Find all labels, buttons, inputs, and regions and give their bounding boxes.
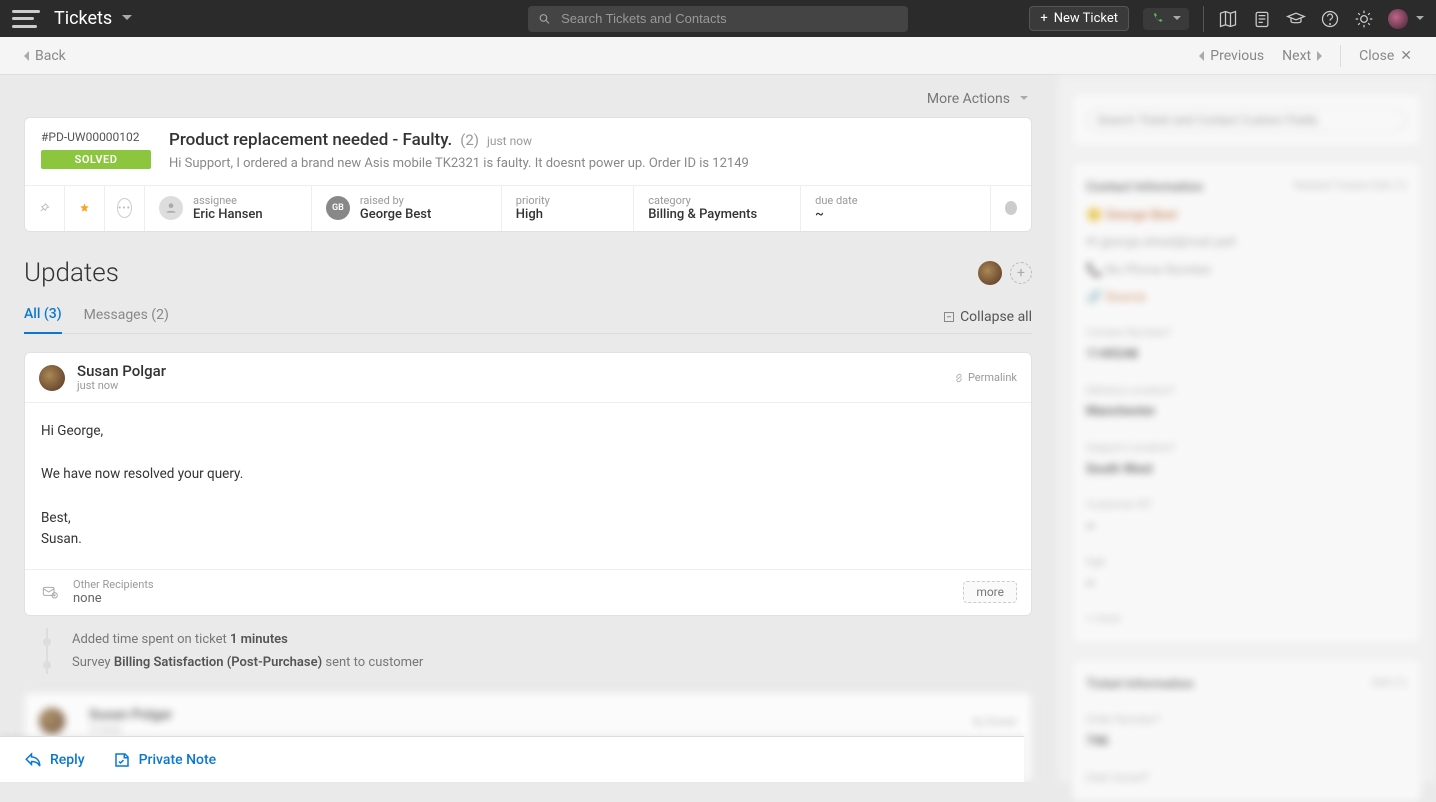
category-cell[interactable]: category Billing & Payments bbox=[634, 186, 801, 231]
new-ticket-button[interactable]: + New Ticket bbox=[1029, 6, 1129, 31]
more-actions-button[interactable]: More Actions bbox=[24, 75, 1032, 117]
duedate-cell[interactable]: due date ~ bbox=[801, 186, 991, 231]
tab-messages[interactable]: Messages (2) bbox=[84, 307, 169, 333]
chevron-right-icon bbox=[1317, 51, 1322, 61]
close-icon: ✕ bbox=[1400, 48, 1412, 64]
pin-button[interactable] bbox=[25, 186, 65, 231]
user-icon bbox=[159, 196, 183, 220]
back-link[interactable]: Back bbox=[24, 48, 66, 64]
map-icon[interactable] bbox=[1218, 9, 1238, 29]
chevron-down-icon[interactable] bbox=[122, 15, 132, 20]
section-title[interactable]: Tickets bbox=[54, 8, 112, 29]
top-header: Tickets + New Ticket bbox=[0, 0, 1436, 37]
divider bbox=[1340, 45, 1341, 67]
menu-icon[interactable] bbox=[12, 10, 40, 28]
ticket-id: #PD-UW00000102 bbox=[41, 130, 151, 144]
star-icon bbox=[79, 200, 90, 216]
ticket-time: just now bbox=[487, 134, 532, 148]
phone-button[interactable] bbox=[1143, 8, 1189, 30]
other-recipients-label: Other Recipients bbox=[73, 578, 154, 591]
more-menu-button[interactable]: ••• bbox=[105, 186, 145, 231]
graduation-icon[interactable] bbox=[1286, 9, 1306, 29]
more-button[interactable]: more bbox=[963, 581, 1017, 603]
tab-all[interactable]: All (3) bbox=[24, 306, 62, 334]
update-body: Hi George, We have now resolved your que… bbox=[25, 403, 1031, 569]
reply-button[interactable]: Reply bbox=[24, 751, 85, 769]
status-dot-icon bbox=[1005, 201, 1017, 215]
avatar-initials: GB bbox=[326, 196, 350, 220]
ticket-card: #PD-UW00000102 SOLVED Product replacemen… bbox=[24, 117, 1032, 232]
update-author: Susan Polgar bbox=[77, 363, 166, 380]
raised-by-cell[interactable]: GB raised by George Best bbox=[312, 186, 502, 231]
sub-header: Back Previous Next Close ✕ bbox=[0, 37, 1436, 75]
avatar-icon bbox=[39, 708, 65, 734]
status-dot-cell[interactable] bbox=[991, 186, 1031, 231]
activity-timeline: Added time spent on ticket 1 minutes Sur… bbox=[46, 628, 1032, 674]
help-icon[interactable] bbox=[1320, 9, 1340, 29]
assignee-cell[interactable]: assignee Eric Hansen bbox=[145, 186, 312, 231]
ticket-description: Hi Support, I ordered a brand new Asis m… bbox=[169, 156, 1015, 171]
divider bbox=[1203, 6, 1204, 32]
search-icon bbox=[538, 12, 551, 26]
chevron-down-icon bbox=[1173, 16, 1181, 20]
update-time: just now bbox=[77, 379, 166, 392]
settings-sun-icon[interactable] bbox=[1354, 9, 1374, 29]
link-icon bbox=[954, 373, 964, 383]
back-label: Back bbox=[35, 48, 66, 64]
collapse-icon bbox=[944, 312, 954, 322]
user-menu[interactable] bbox=[1388, 9, 1424, 29]
chevron-left-icon bbox=[24, 51, 29, 61]
plus-icon: + bbox=[1040, 11, 1047, 26]
priority-cell[interactable]: priority High bbox=[502, 186, 634, 231]
ticket-title: Product replacement needed - Faulty. bbox=[169, 130, 452, 150]
next-link[interactable]: Next bbox=[1282, 48, 1322, 64]
updates-tabs: All (3) Messages (2) Collapse all bbox=[24, 306, 1032, 334]
side-panel: Contact Information Related Tickets Edit… bbox=[1056, 75, 1436, 782]
ticket-count: (2) bbox=[460, 131, 479, 149]
main-column: More Actions #PD-UW00000102 SOLVED Produ… bbox=[0, 75, 1056, 782]
avatar-icon bbox=[1388, 9, 1408, 29]
status-badge: SOLVED bbox=[41, 150, 151, 169]
chevron-down-icon bbox=[1020, 96, 1028, 100]
clipboard-icon[interactable] bbox=[1252, 9, 1272, 29]
avatar-icon bbox=[39, 365, 65, 391]
bottom-action-bar: Reply Private Note bbox=[0, 736, 1024, 782]
search-box[interactable] bbox=[528, 6, 908, 32]
chevron-down-icon bbox=[1416, 16, 1424, 20]
avatar-icon bbox=[978, 261, 1002, 285]
timeline-item: Added time spent on ticket 1 minutes bbox=[72, 628, 1032, 651]
phone-icon bbox=[1151, 12, 1165, 26]
star-button[interactable] bbox=[65, 186, 105, 231]
other-recipients-value: none bbox=[73, 591, 154, 607]
new-ticket-label: New Ticket bbox=[1054, 11, 1118, 26]
note-icon bbox=[113, 751, 131, 769]
previous-link[interactable]: Previous bbox=[1199, 48, 1264, 64]
chevron-left-icon bbox=[1199, 51, 1204, 61]
pin-icon bbox=[39, 200, 50, 216]
updates-title: Updates bbox=[24, 258, 119, 288]
dots-icon: ••• bbox=[117, 198, 132, 218]
permalink-button[interactable]: Permalink bbox=[954, 371, 1017, 384]
timeline-item: Survey Billing Satisfaction (Post-Purcha… bbox=[72, 651, 1032, 674]
close-link[interactable]: Close ✕ bbox=[1359, 48, 1412, 64]
update-card: Susan Polgar just now Permalink Hi Georg… bbox=[24, 352, 1032, 616]
collapse-all-button[interactable]: Collapse all bbox=[944, 309, 1032, 333]
search-input[interactable] bbox=[561, 11, 898, 26]
private-note-button[interactable]: Private Note bbox=[113, 751, 217, 769]
reply-icon bbox=[24, 751, 42, 769]
envelope-check-icon bbox=[39, 584, 61, 600]
add-participant-button[interactable]: + bbox=[1010, 262, 1032, 284]
side-search-input[interactable] bbox=[1086, 108, 1407, 132]
